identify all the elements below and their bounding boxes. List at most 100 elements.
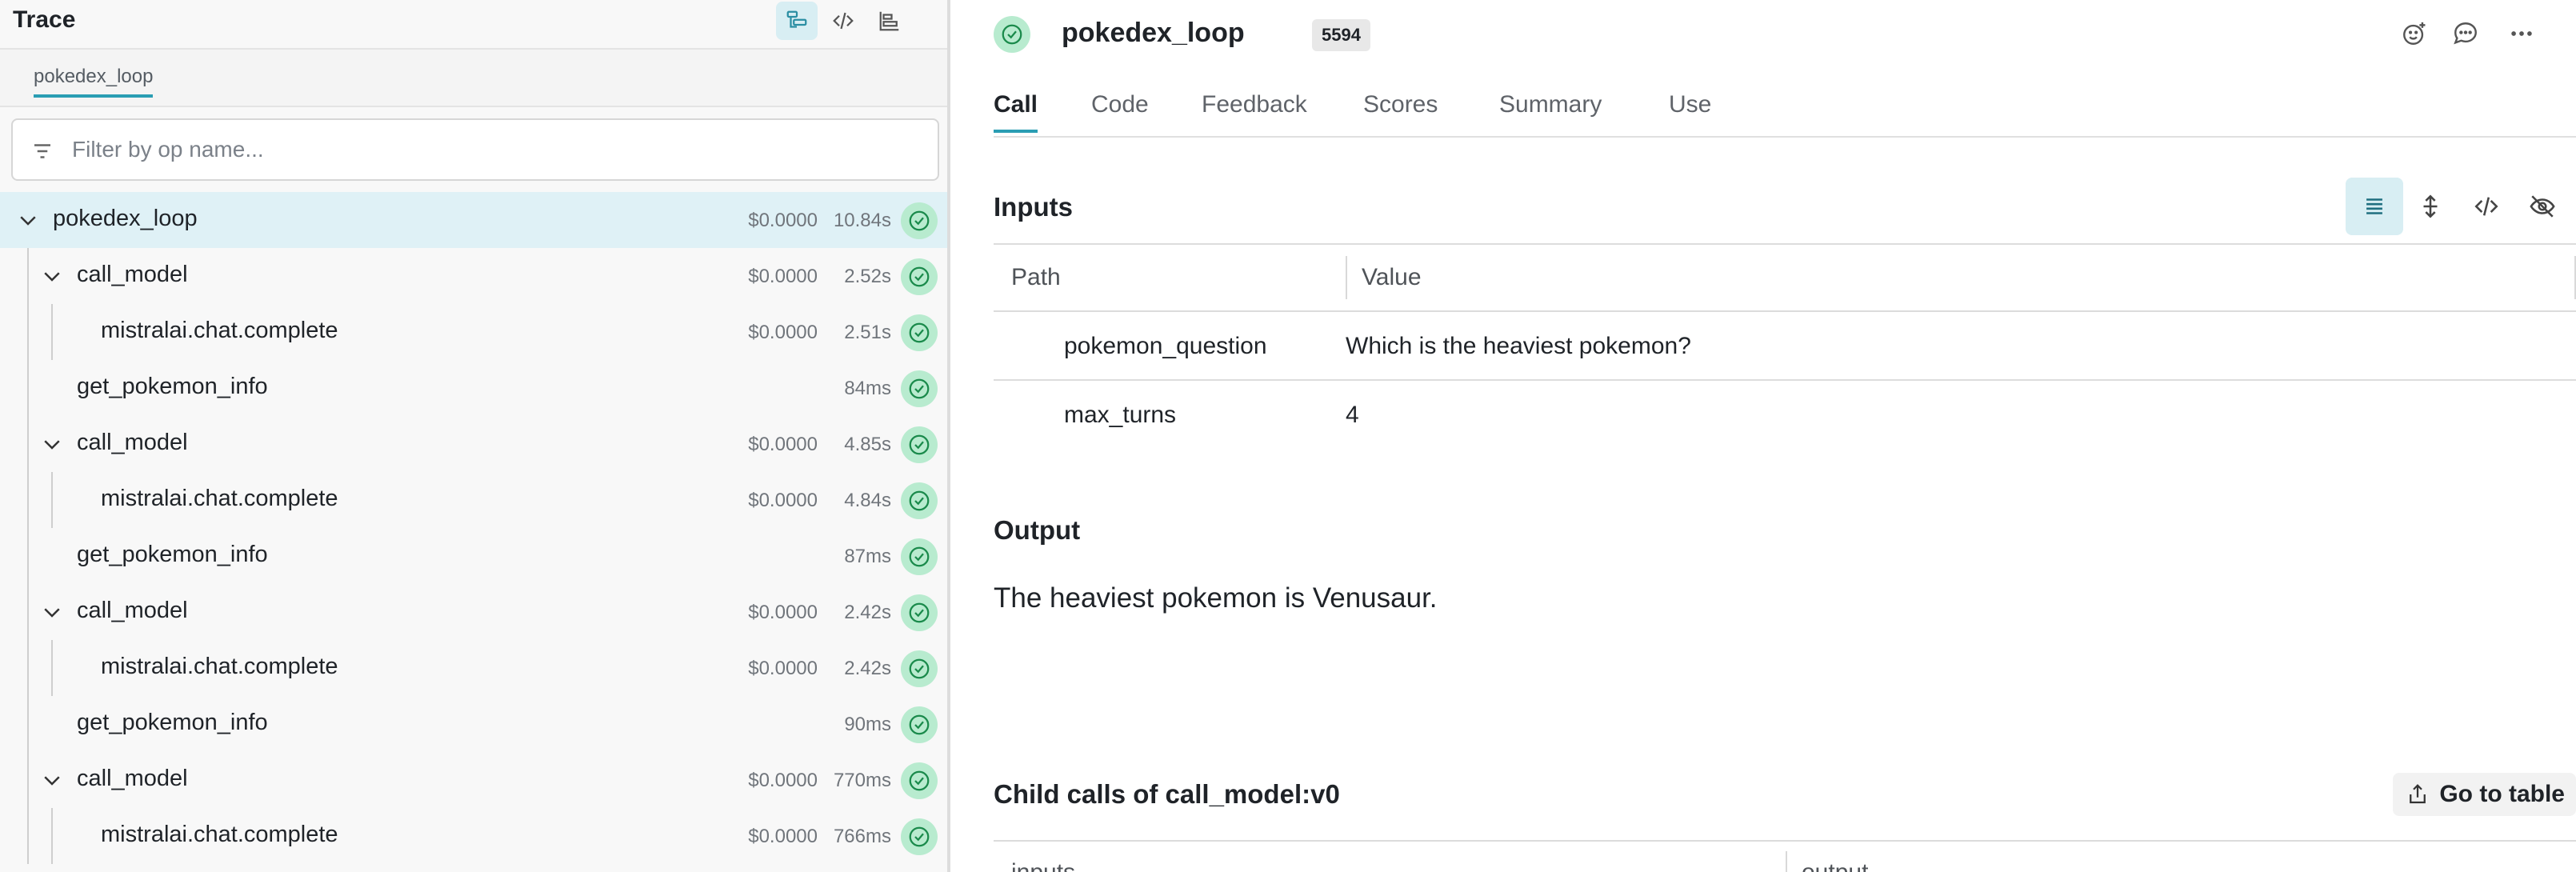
trace-row-duration: 10.84s (833, 210, 891, 231)
trace-row-label: get_pokemon_info (77, 542, 268, 567)
success-icon (901, 650, 938, 687)
comment-button[interactable] (2450, 18, 2482, 50)
list-view-button[interactable] (2346, 178, 2403, 235)
trace-row-duration: 2.52s (844, 266, 891, 287)
trace-row-cost: $0.0000 (748, 266, 818, 287)
trace-row[interactable]: get_pokemon_info 90ms (0, 696, 947, 752)
trace-row-label: get_pokemon_info (77, 710, 268, 735)
trace-row-label: call_model (77, 262, 188, 287)
success-icon (901, 818, 938, 855)
more-button[interactable] (2506, 18, 2538, 50)
add-reaction-button[interactable] (2398, 18, 2430, 50)
code-view-button[interactable] (2458, 178, 2515, 235)
tree-view-button[interactable] (776, 2, 818, 40)
trace-row-label: call_model (77, 766, 188, 791)
trace-row-label: call_model (77, 598, 188, 623)
trace-row[interactable]: call_model $0.0000 770ms (0, 752, 947, 808)
trace-tree: pokedex_loop $0.0000 10.84s call_model $… (0, 192, 947, 864)
tree-guide (27, 304, 29, 360)
trace-row[interactable]: mistralai.chat.complete $0.0000 2.51s (0, 304, 947, 360)
trace-row-cost: $0.0000 (748, 602, 818, 623)
trace-row-duration: 4.84s (844, 490, 891, 511)
tree-guide (27, 584, 29, 640)
tree-guide (51, 640, 53, 696)
tree-guide (27, 360, 29, 416)
code-view-button[interactable] (822, 2, 864, 40)
call-panel: pokedex_loop 5594 Call Code Feedback Sco… (954, 0, 2576, 872)
call-id-badge[interactable]: 5594 (1312, 19, 1370, 51)
column-header-inputs[interactable]: inputs (1011, 859, 1075, 872)
success-icon (901, 538, 938, 575)
expand-rows-button[interactable] (2402, 178, 2459, 235)
trace-row-duration: 770ms (833, 770, 891, 791)
trace-row-duration: 766ms (833, 826, 891, 847)
column-header-output[interactable]: output (1802, 859, 1868, 872)
success-icon (901, 762, 938, 799)
trace-row[interactable]: get_pokemon_info 84ms (0, 360, 947, 416)
tree-guide (51, 472, 53, 528)
chevron-down-icon[interactable] (40, 768, 64, 792)
success-icon (901, 594, 938, 631)
trace-row[interactable]: mistralai.chat.complete $0.0000 766ms (0, 808, 947, 864)
trace-row[interactable]: call_model $0.0000 4.85s (0, 416, 947, 472)
tree-guide (27, 416, 29, 472)
more-icon (2511, 31, 2532, 36)
tab-scores[interactable]: Scores (1363, 91, 1438, 130)
share-icon (2410, 784, 2426, 804)
success-icon (901, 258, 938, 295)
trace-row-cost: $0.0000 (748, 770, 818, 791)
tab-feedback[interactable]: Feedback (1202, 91, 1307, 130)
trace-row[interactable]: call_model $0.0000 2.42s (0, 584, 947, 640)
trace-row-cost: $0.0000 (748, 322, 818, 343)
success-icon (901, 314, 938, 351)
trace-row[interactable]: call_model $0.0000 2.52s (0, 248, 947, 304)
tab-summary[interactable]: Summary (1499, 91, 1602, 130)
trace-row[interactable]: pokedex_loop $0.0000 10.84s (0, 192, 947, 248)
column-divider[interactable] (1346, 256, 1347, 299)
trace-row[interactable]: mistralai.chat.complete $0.0000 2.42s (0, 640, 947, 696)
tab-call[interactable]: Call (994, 91, 1038, 133)
filter-input[interactable] (72, 131, 920, 168)
filter-icon (34, 144, 50, 158)
tab-code[interactable]: Code (1091, 91, 1149, 130)
tree-guide (27, 472, 29, 528)
table-row[interactable]: max_turns 4 (994, 381, 2576, 450)
trace-row-label: mistralai.chat.complete (101, 486, 338, 511)
breadcrumb-item[interactable]: pokedex_loop (34, 66, 154, 98)
chevron-down-icon[interactable] (40, 264, 64, 288)
tab-use[interactable]: Use (1669, 91, 1711, 130)
chevron-down-icon[interactable] (40, 600, 64, 624)
column-divider[interactable] (1786, 851, 1787, 872)
input-value: Which is the heaviest pokemon? (1346, 333, 1691, 359)
tree-guide (27, 696, 29, 752)
table-row[interactable]: pokemon_question Which is the heaviest p… (994, 312, 2576, 381)
column-header-path[interactable]: Path (1011, 264, 1061, 291)
trace-row-cost: $0.0000 (748, 826, 818, 847)
hide-icon (2530, 195, 2555, 218)
trace-row-label: pokedex_loop (53, 206, 198, 231)
timeline-view-button[interactable] (869, 2, 910, 40)
success-icon (901, 426, 938, 463)
chevron-down-icon[interactable] (40, 432, 64, 456)
filter-box (11, 118, 939, 181)
trace-row[interactable]: mistralai.chat.complete $0.0000 4.84s (0, 472, 947, 528)
trace-row-duration: 2.51s (844, 322, 891, 343)
trace-row-label: mistralai.chat.complete (101, 822, 338, 847)
add-reaction-icon (2403, 22, 2426, 45)
trace-panel: Trace pokedex_loop Filter by op name... … (0, 0, 950, 872)
success-icon (901, 482, 938, 519)
trace-row[interactable]: get_pokemon_info 87ms (0, 528, 947, 584)
trace-row-cost: $0.0000 (748, 490, 818, 511)
go-to-table-button[interactable]: Go to table (2393, 773, 2576, 816)
trace-title: Trace (13, 6, 76, 33)
hide-button[interactable] (2514, 178, 2571, 235)
tree-guide (27, 808, 29, 864)
tree-guide (27, 640, 29, 696)
output-text: The heaviest pokemon is Venusaur. (994, 582, 1438, 614)
chevron-down-icon[interactable] (16, 208, 40, 232)
trace-row-duration: 4.85s (844, 434, 891, 455)
tree-guide (51, 808, 53, 864)
inputs-title: Inputs (994, 192, 1073, 222)
column-header-value[interactable]: Value (1362, 264, 1422, 291)
trace-header: Trace (0, 0, 947, 48)
